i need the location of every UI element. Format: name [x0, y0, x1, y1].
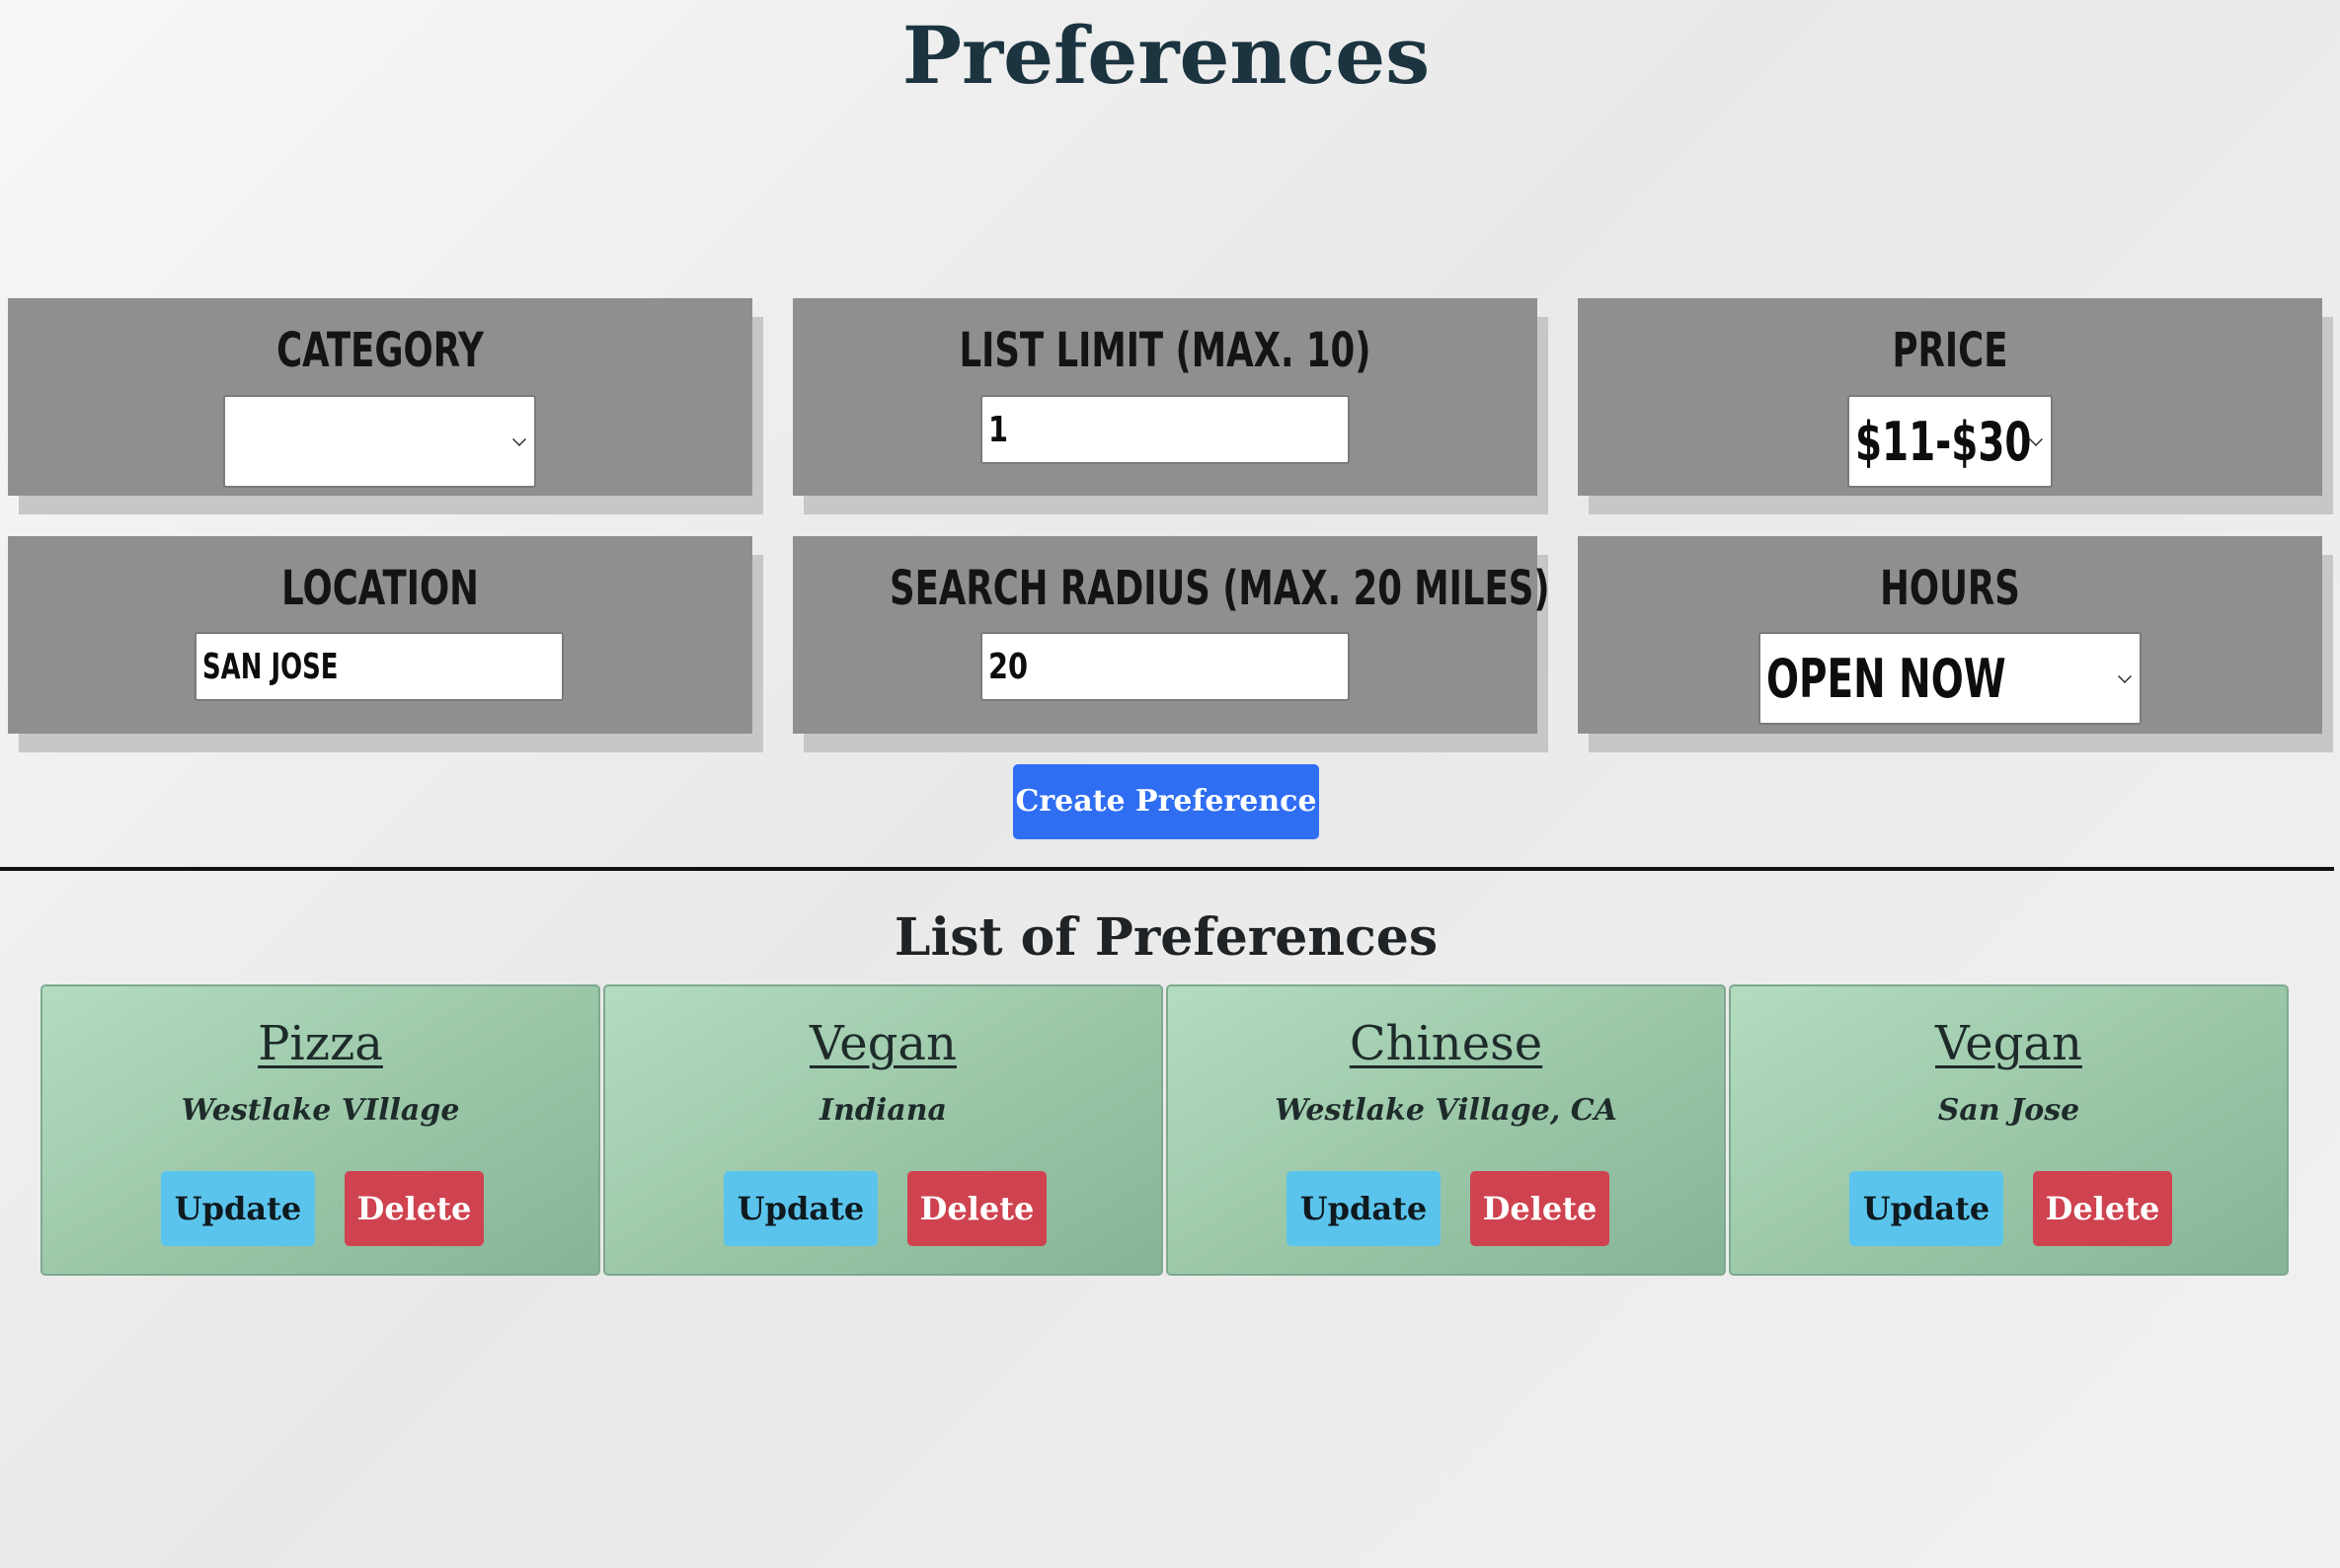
price-panel: Price $11-$30 — [1578, 298, 2322, 496]
search-radius-label: Search Radius (max. 20 miles) — [890, 561, 1550, 616]
card-category: Vegan — [1935, 1016, 2082, 1071]
hours-select[interactable]: Open Now — [1758, 632, 2142, 725]
location-value: San Jose — [202, 646, 339, 687]
search-radius-value: 20 — [988, 646, 1029, 687]
update-button[interactable]: Update — [161, 1171, 315, 1246]
section-divider — [0, 867, 2334, 871]
hours-value: Open Now — [1766, 647, 2006, 710]
delete-button[interactable]: Delete — [345, 1171, 484, 1246]
preference-card: Chinese Westlake Village, CA Update Dele… — [1166, 984, 1726, 1276]
chevron-down-icon — [2118, 669, 2132, 683]
card-location: Westlake VIllage — [181, 1093, 460, 1128]
preference-card: Vegan Indiana Update Delete — [603, 984, 1163, 1276]
hours-label: Hours — [1880, 561, 2020, 616]
location-input[interactable]: San Jose — [195, 632, 564, 701]
list-limit-input[interactable]: 1 — [980, 395, 1350, 464]
price-value: $11-$30 — [1855, 410, 2032, 473]
card-location: San Jose — [1937, 1093, 2080, 1128]
category-select[interactable] — [223, 395, 536, 488]
delete-button[interactable]: Delete — [2033, 1171, 2172, 1246]
list-limit-label: List Limit (max. 10) — [959, 323, 1371, 378]
search-radius-panel: Search Radius (max. 20 miles) 20 — [793, 536, 1550, 734]
card-location: Indiana — [819, 1093, 947, 1128]
location-label: Location — [281, 561, 479, 616]
price-label: Price — [1892, 323, 2008, 378]
location-panel: Location San Jose — [8, 536, 752, 734]
category-panel: Category — [8, 298, 752, 496]
card-category: Vegan — [810, 1016, 957, 1071]
preference-card: Vegan San Jose Update Delete — [1729, 984, 2289, 1276]
price-select[interactable]: $11-$30 — [1847, 395, 2053, 488]
create-preference-button[interactable]: Create Preference — [1013, 764, 1319, 839]
card-category: Chinese — [1349, 1016, 1543, 1071]
preference-card: Pizza Westlake VIllage Update Delete — [40, 984, 600, 1276]
category-label: Category — [276, 323, 484, 378]
card-category: Pizza — [258, 1016, 383, 1071]
card-location: Westlake Village, CA — [1275, 1093, 1617, 1128]
hours-panel: Hours Open Now — [1578, 536, 2322, 734]
list-title: List of Preferences — [894, 907, 1439, 968]
list-limit-value: 1 — [988, 409, 1009, 450]
page-title: Preferences — [901, 9, 1431, 102]
search-radius-input[interactable]: 20 — [980, 632, 1350, 701]
delete-button[interactable]: Delete — [1470, 1171, 1609, 1246]
update-button[interactable]: Update — [1849, 1171, 2003, 1246]
list-limit-panel: List Limit (max. 10) 1 — [793, 298, 1537, 496]
update-button[interactable]: Update — [724, 1171, 878, 1246]
delete-button[interactable]: Delete — [907, 1171, 1047, 1246]
chevron-down-icon — [512, 432, 526, 446]
update-button[interactable]: Update — [1287, 1171, 1441, 1246]
